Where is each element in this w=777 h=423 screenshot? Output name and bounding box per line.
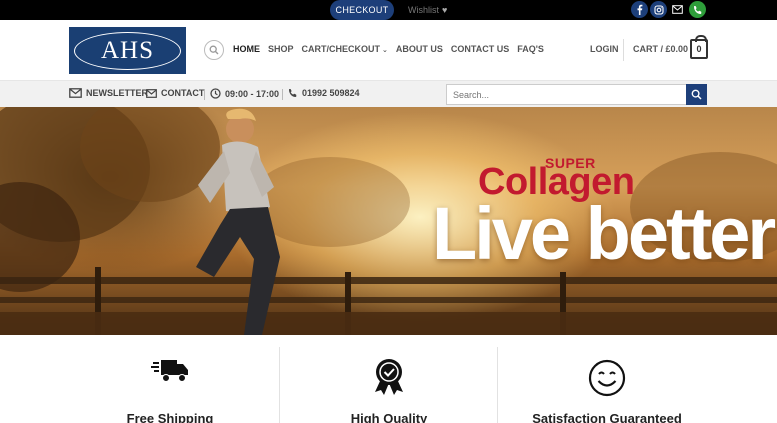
cart-link[interactable]: CART / £0.00 [633, 44, 688, 54]
feature-high-quality: High Quality [279, 335, 499, 423]
search-submit-button[interactable] [686, 84, 707, 105]
nav-item-contact-us[interactable]: CONTACT US [451, 44, 509, 54]
phone-icon [289, 89, 297, 97]
top-bar: CHECKOUT Wishlist ♥ [0, 0, 777, 20]
nav-item-shop[interactable]: SHOP [268, 44, 294, 54]
nav-item-cart-checkout[interactable]: CART/CHECKOUT ⌄ [302, 44, 388, 54]
wishlist-link[interactable]: Wishlist ♥ [408, 0, 447, 20]
checkout-button[interactable]: CHECKOUT [330, 0, 394, 20]
delivery-truck-icon [151, 360, 188, 382]
feature-label: Free Shipping [126, 411, 214, 423]
site-header: AHS HOME SHOP CART/CHECKOUT ⌄ ABOUT US CO… [0, 20, 777, 81]
search-input[interactable] [446, 84, 687, 105]
opening-hours-label: 09:00 - 17:00 [225, 88, 280, 99]
search-icon [209, 45, 219, 55]
award-ribbon-icon [375, 359, 403, 395]
site-logo[interactable]: AHS [69, 27, 186, 74]
info-divider [204, 89, 205, 100]
hero-banner[interactable]: SUPER Collagen Live better [0, 107, 777, 335]
contact-link[interactable]: CONTACT [146, 88, 204, 98]
feature-free-shipping: Free Shipping [60, 335, 280, 423]
envelope-icon [146, 88, 157, 98]
email-icon[interactable] [669, 1, 686, 18]
contact-label: CONTACT [161, 88, 205, 98]
feature-label: Satisfaction Guaranteed [532, 411, 682, 423]
main-navigation: HOME SHOP CART/CHECKOUT ⌄ ABOUT US CONTAC… [233, 44, 544, 54]
wishlist-label: Wishlist [408, 5, 439, 15]
feature-label: High Quality [350, 411, 428, 423]
header-divider [623, 39, 624, 61]
newsletter-link[interactable]: NEWSLETTER [69, 88, 148, 98]
phone-number-link[interactable]: 01992 509824 [288, 88, 360, 98]
search-toggle-button[interactable] [204, 40, 224, 60]
nav-item-cart-checkout-label: CART/CHECKOUT [301, 44, 381, 54]
info-bar: NEWSLETTER CONTACT 09:00 - 17:00 01992 5… [0, 81, 777, 107]
smiley-face-icon [588, 359, 626, 397]
nav-item-about-us[interactable]: ABOUT US [396, 44, 443, 54]
opening-hours: 09:00 - 17:00 [210, 88, 279, 99]
nav-item-faqs[interactable]: FAQ'S [517, 44, 544, 54]
envelope-icon [69, 88, 82, 98]
phone-number-label: 01992 509824 [302, 88, 360, 98]
info-divider [282, 89, 283, 100]
chevron-down-icon: ⌄ [382, 47, 388, 54]
hero-tagline: Live better [432, 192, 776, 275]
search-icon [691, 89, 702, 100]
clock-icon [210, 88, 221, 99]
features-section: Free Shipping High Quality Satisfaction … [0, 335, 777, 423]
login-link[interactable]: LOGIN [590, 44, 619, 54]
heart-icon: ♥ [442, 5, 448, 15]
facebook-icon[interactable] [631, 1, 648, 18]
nav-item-home[interactable]: HOME [233, 44, 260, 54]
feature-satisfaction-guaranteed: Satisfaction Guaranteed [497, 335, 717, 423]
logo-text: AHS [74, 31, 181, 70]
instagram-icon[interactable] [650, 1, 667, 18]
phone-icon[interactable] [689, 1, 706, 18]
newsletter-label: NEWSLETTER [86, 88, 148, 98]
cart-count-badge[interactable]: 0 [690, 35, 708, 59]
